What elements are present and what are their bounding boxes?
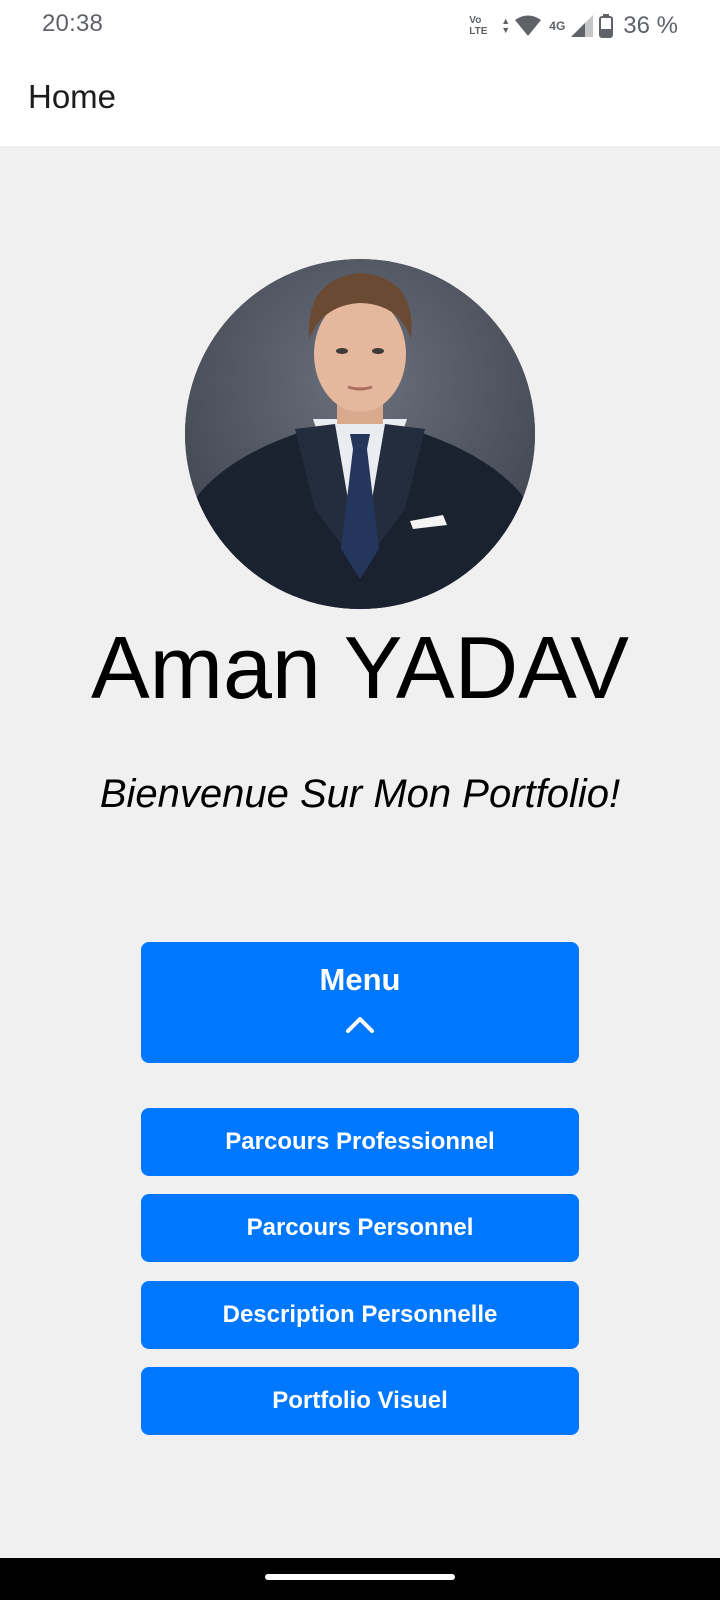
chevron-up-icon bbox=[346, 1017, 374, 1033]
network-type: 4G bbox=[549, 19, 566, 33]
home-gesture-handle[interactable] bbox=[265, 1574, 455, 1580]
profile-name: Aman YADAV bbox=[90, 618, 629, 717]
battery-icon bbox=[599, 14, 614, 38]
system-navigation-bar bbox=[0, 1558, 720, 1600]
description-personnelle-button[interactable]: Description Personnelle bbox=[141, 1281, 579, 1349]
menu-label: Menu bbox=[319, 962, 401, 997]
parcours-professionnel-button[interactable]: Parcours Professionnel bbox=[141, 1108, 579, 1176]
page-title: Home bbox=[28, 78, 117, 115]
volte-icon: Vo LTE bbox=[469, 15, 488, 37]
signal-icon bbox=[571, 15, 594, 37]
app-bar: Home bbox=[0, 52, 720, 146]
status-bar: 20:38 Vo LTE ▲ ▼ 4G 36 % bbox=[0, 0, 720, 52]
status-icons: Vo LTE ▲ ▼ 4G 36 % bbox=[469, 10, 678, 42]
menu-toggle-button[interactable]: Menu bbox=[141, 942, 579, 1063]
parcours-personnel-button[interactable]: Parcours Personnel bbox=[141, 1194, 579, 1262]
data-arrows-icon: ▲ ▼ bbox=[501, 16, 511, 35]
welcome-tagline: Bienvenue Sur Mon Portfolio! bbox=[99, 772, 621, 816]
profile-avatar bbox=[185, 259, 535, 609]
wifi-icon bbox=[515, 15, 542, 36]
status-time: 20:38 bbox=[42, 10, 104, 37]
portfolio-visuel-button[interactable]: Portfolio Visuel bbox=[141, 1367, 579, 1435]
battery-percent: 36 % bbox=[623, 12, 678, 39]
